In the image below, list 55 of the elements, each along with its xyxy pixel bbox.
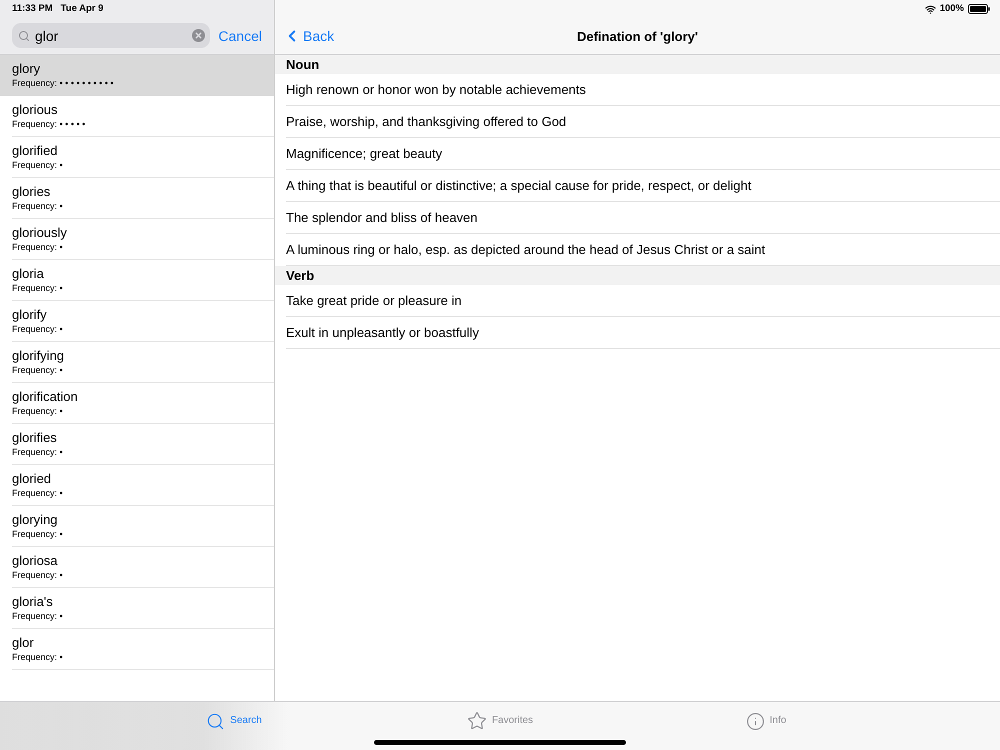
- search-value: glor: [35, 28, 60, 42]
- frequency-label: Frequency: •: [12, 569, 63, 581]
- word-label: glorified: [12, 143, 58, 159]
- frequency-label: Frequency: •: [12, 364, 63, 376]
- nav-title: Defination of 'glory': [576, 30, 698, 42]
- word-label: glor: [12, 635, 34, 651]
- frequency-label: Frequency: •: [12, 200, 63, 212]
- word-label: glories: [12, 184, 50, 200]
- word-label: glorying: [12, 512, 58, 528]
- word-label: glory: [12, 61, 40, 77]
- frequency-label: Frequency: •: [12, 610, 63, 622]
- definition-text: A luminous ring or halo, esp. as depicted around the head of Jesus Christ or a saint: [286, 243, 766, 256]
- frequency-label: Frequency: •: [12, 282, 63, 294]
- definition-text: Praise, worship, and thanksgiving offered to God: [286, 115, 566, 128]
- wifi-icon: [924, 4, 936, 14]
- frequency-label: Frequency: •: [12, 651, 63, 663]
- info-icon: [746, 712, 765, 730]
- star-icon: [466, 711, 487, 731]
- word-label: gloried: [12, 471, 52, 487]
- result-item[interactable]: glory Frequency: • • • • • • • • • •: [0, 55, 274, 96]
- definition-text: Magnificence; great beauty: [286, 147, 442, 160]
- definition-text: A thing that is beautiful or distinctive; a special cause for pride, respect, or delight: [286, 179, 752, 192]
- status-time: 11:33 PM: [12, 4, 53, 14]
- frequency-label: Frequency: • • • • •: [12, 118, 86, 130]
- word-label: glorification: [12, 389, 78, 405]
- word-label: gloria's: [12, 594, 53, 610]
- frequency-label: Frequency: •: [12, 323, 63, 335]
- section-header: Verb: [275, 266, 1000, 285]
- frequency-label: Frequency: •: [12, 241, 63, 253]
- word-label: gloriosa: [12, 553, 58, 569]
- frequency-label: Frequency: • • • • • • • • • •: [12, 77, 114, 89]
- frequency-label: Frequency: •: [12, 405, 63, 417]
- frequency-label: Frequency: •: [12, 159, 63, 171]
- definition-text: High renown or honor won by notable achievements: [286, 83, 586, 96]
- word-label: glorify: [12, 307, 47, 323]
- definition-text: The splendor and bliss of heaven: [286, 211, 478, 224]
- definition-text: Take great pride or pleasure in: [286, 294, 462, 307]
- word-label: glorifies: [12, 430, 57, 446]
- frequency-label: Frequency: •: [12, 487, 63, 499]
- status-date: Tue Apr 9: [60, 4, 104, 14]
- word-label: glorifying: [12, 348, 64, 364]
- battery-percent: 100%: [940, 4, 964, 14]
- clear-icon[interactable]: [192, 29, 206, 42]
- frequency-label: Frequency: •: [12, 528, 63, 540]
- frequency-label: Frequency: •: [12, 446, 63, 458]
- word-label: glorious: [12, 102, 58, 118]
- search-field[interactable]: glor: [12, 23, 210, 48]
- search-icon: [18, 30, 30, 42]
- word-label: gloria: [12, 266, 44, 282]
- word-label: gloriously: [12, 225, 67, 241]
- battery-icon: [968, 4, 990, 14]
- definition-text: Exult in unpleasantly or boastfully: [286, 326, 479, 339]
- back-button[interactable]: Back: [283, 27, 334, 45]
- section-header: Noun: [275, 55, 1000, 74]
- search-icon: [206, 712, 226, 730]
